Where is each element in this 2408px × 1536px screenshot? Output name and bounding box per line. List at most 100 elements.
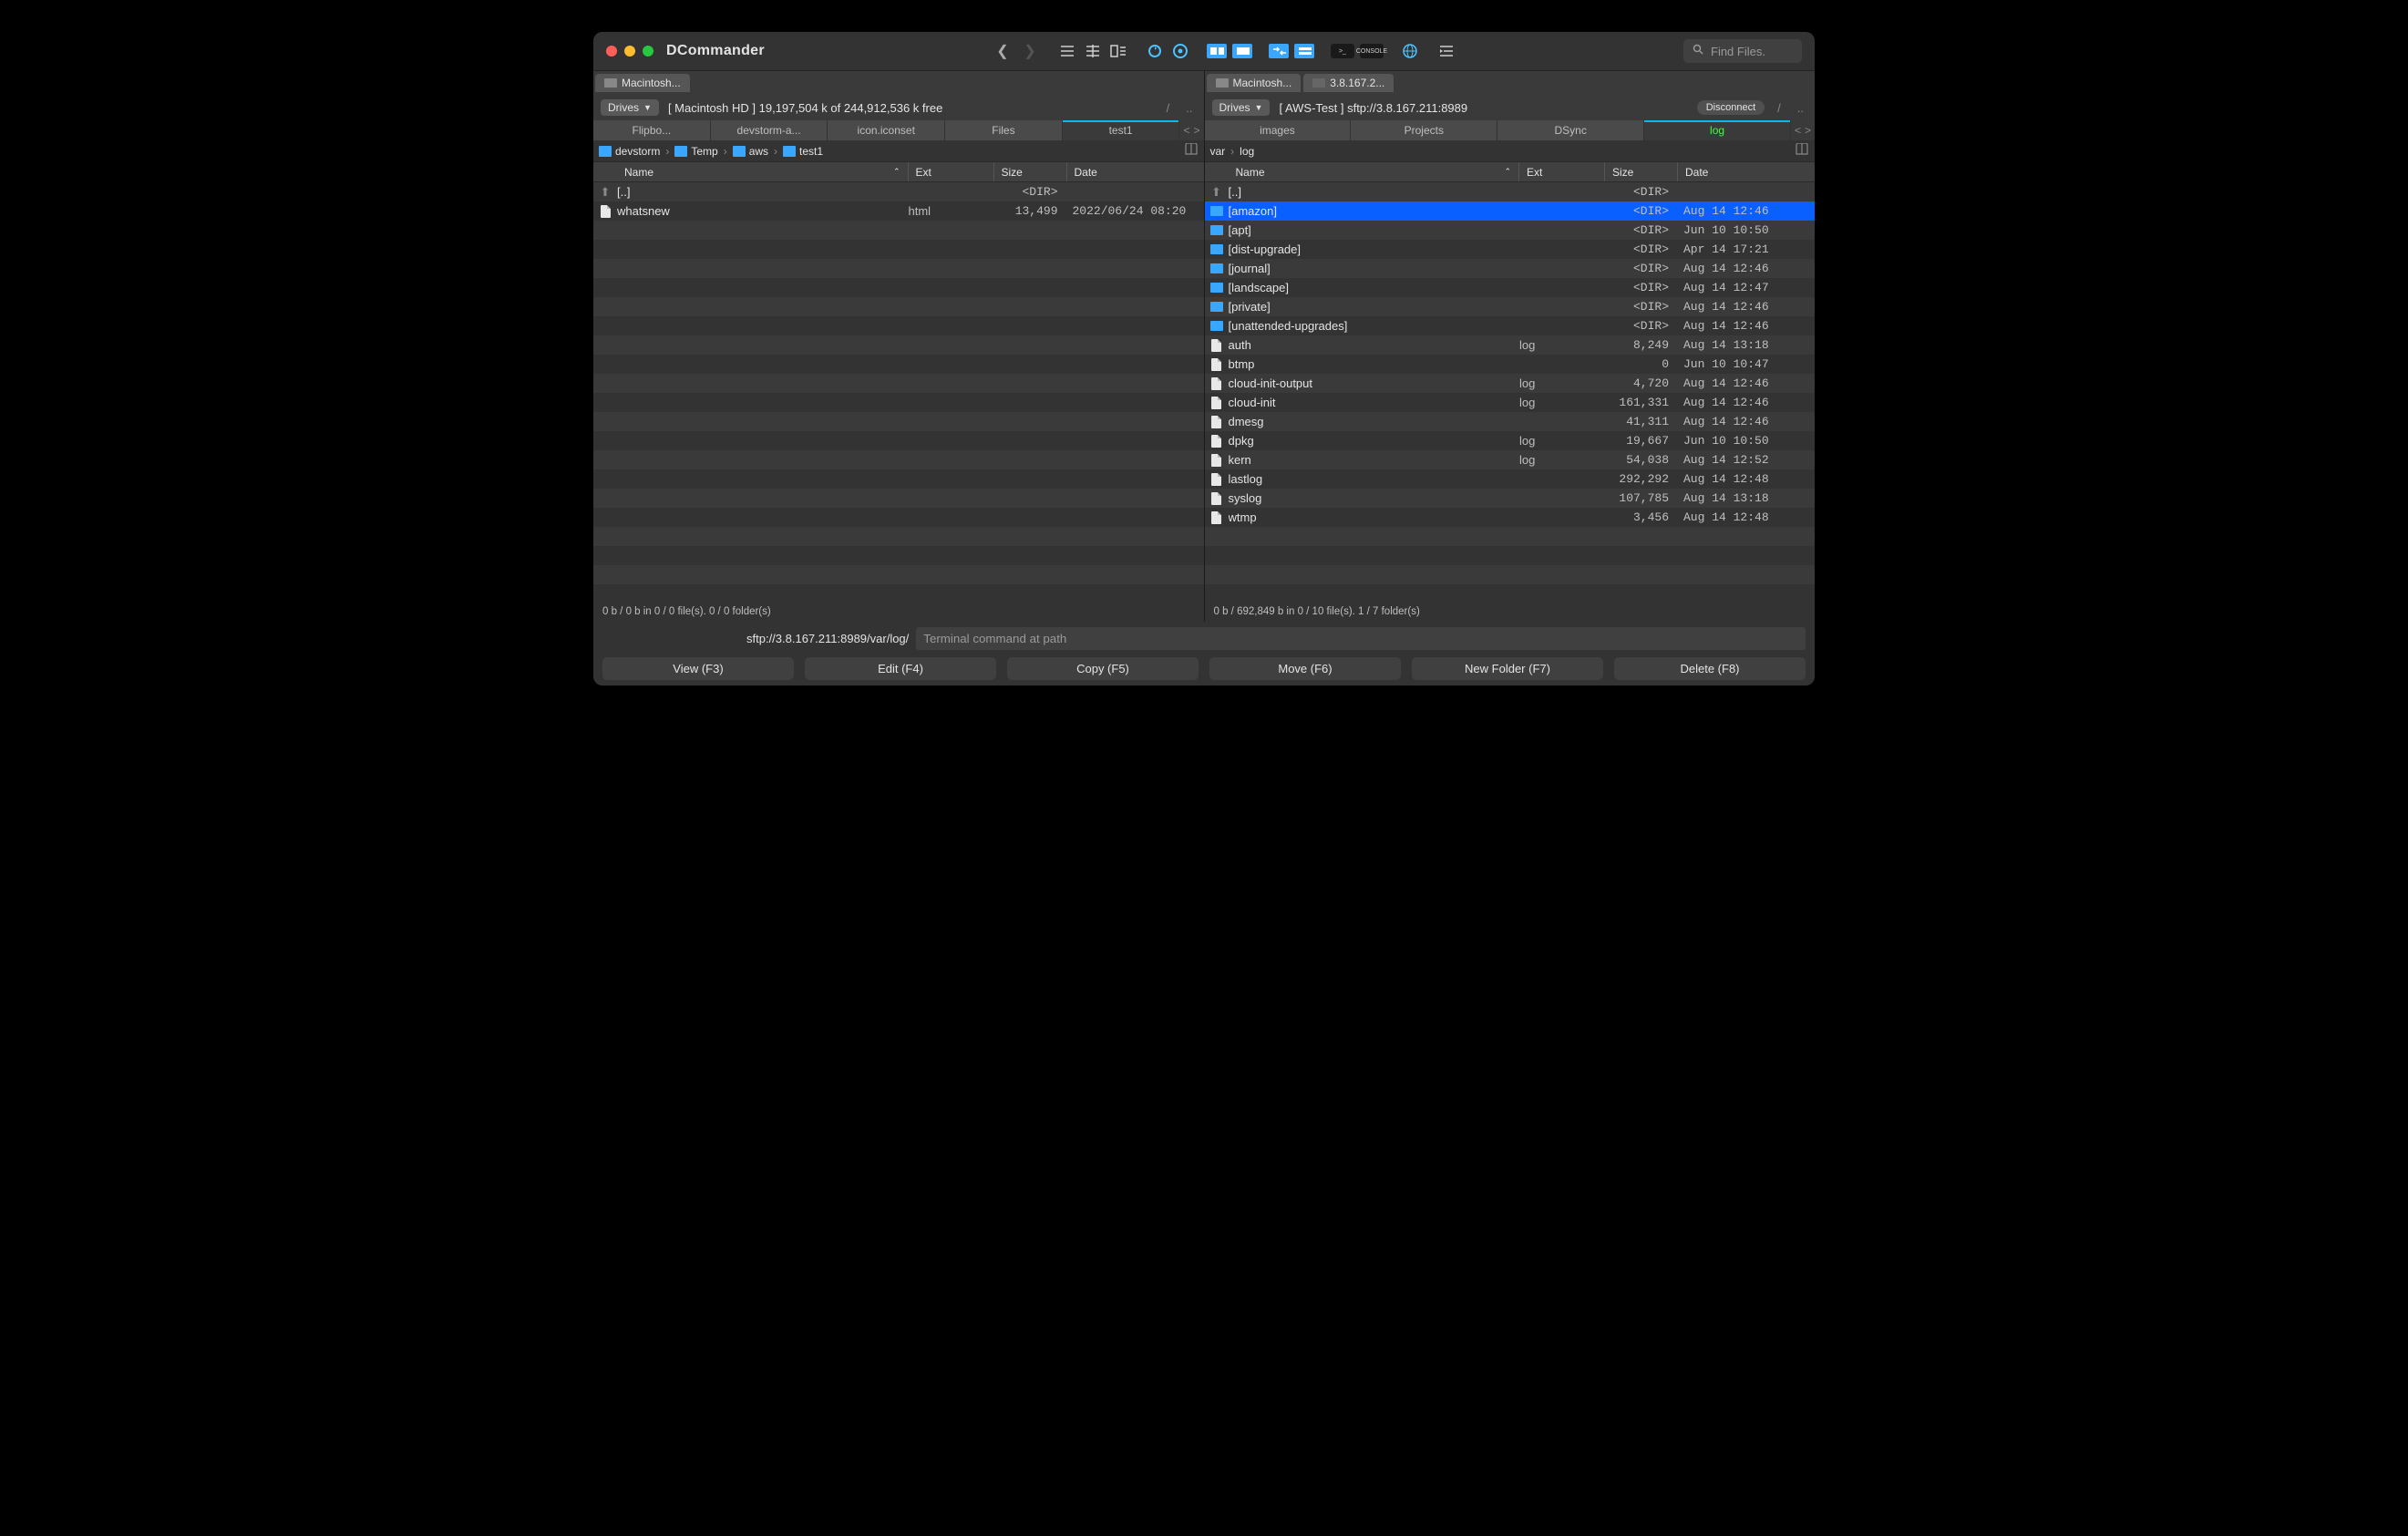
row-date: Aug 14 12:46 — [1678, 376, 1815, 390]
bookmark-icon[interactable] — [1184, 143, 1199, 159]
table-row[interactable]: authlog8,249Aug 14 13:18 — [1205, 335, 1816, 355]
folder-tab[interactable]: log — [1644, 120, 1791, 140]
minimize-icon[interactable] — [624, 46, 635, 57]
drives-button[interactable]: Drives▼ — [601, 99, 659, 116]
nav-back-button[interactable]: ❮ — [992, 40, 1014, 62]
panel-single-icon[interactable] — [1232, 44, 1252, 58]
terminal-path: sftp://3.8.167.211:8989/var/log/ — [746, 632, 909, 645]
function-button[interactable]: Move (F6) — [1209, 657, 1401, 680]
maximize-icon[interactable] — [643, 46, 653, 57]
terminal-input[interactable] — [916, 627, 1806, 650]
folder-tab[interactable]: icon.iconset — [828, 120, 945, 140]
drive-tab[interactable]: 3.8.167.2... — [1303, 74, 1394, 92]
empty-row — [593, 297, 1204, 316]
row-size: 41,311 — [1605, 415, 1678, 428]
function-button[interactable]: Copy (F5) — [1007, 657, 1199, 680]
tab-next-button[interactable]: > — [1805, 124, 1811, 137]
find-files-search[interactable] — [1683, 39, 1802, 63]
tab-next-button[interactable]: > — [1193, 124, 1199, 137]
drive-tab[interactable]: Macintosh... — [1207, 74, 1302, 92]
col-ext[interactable]: Ext — [1519, 162, 1605, 181]
table-row[interactable]: [landscape]<DIR>Aug 14 12:47 — [1205, 278, 1816, 297]
empty-row — [593, 546, 1204, 565]
table-row[interactable]: cloud-init-outputlog4,720Aug 14 12:46 — [1205, 374, 1816, 393]
parent-button[interactable]: .. — [1794, 101, 1807, 115]
breadcrumb-item[interactable]: devstorm — [599, 145, 660, 158]
folder-tab[interactable]: DSync — [1497, 120, 1644, 140]
col-size[interactable]: Size — [1605, 162, 1678, 181]
drives-button[interactable]: Drives▼ — [1212, 99, 1271, 116]
folder-tab[interactable]: Projects — [1351, 120, 1497, 140]
table-row[interactable]: whatsnewhtml13,4992022/06/24 08:20 — [593, 201, 1204, 221]
col-date[interactable]: Date — [1678, 162, 1815, 181]
view-detail-icon[interactable] — [1108, 41, 1128, 61]
parent-button[interactable]: .. — [1182, 101, 1196, 115]
folder-icon — [1210, 302, 1223, 312]
table-row[interactable]: kernlog54,038Aug 14 12:52 — [1205, 450, 1816, 469]
bookmark-icon[interactable] — [1795, 143, 1809, 159]
root-button[interactable]: / — [1163, 101, 1174, 115]
file-list[interactable]: ⬆[..]<DIR>whatsnewhtml13,4992022/06/24 0… — [593, 182, 1204, 602]
table-row[interactable]: [amazon]<DIR>Aug 14 12:46 — [1205, 201, 1816, 221]
folder-tab[interactable]: Files — [945, 120, 1063, 140]
function-button[interactable]: New Folder (F7) — [1412, 657, 1603, 680]
search-input[interactable] — [1709, 44, 1791, 59]
table-row[interactable]: dmesg41,311Aug 14 12:46 — [1205, 412, 1816, 431]
breadcrumb-item[interactable]: test1 — [783, 145, 823, 158]
breadcrumb-item[interactable]: var — [1210, 145, 1226, 158]
mirror-panel-icon[interactable] — [1294, 44, 1314, 58]
folder-tab[interactable]: test1 — [1063, 120, 1180, 140]
view-list-icon[interactable] — [1057, 41, 1077, 61]
root-button[interactable]: / — [1774, 101, 1785, 115]
indent-icon[interactable] — [1436, 41, 1456, 61]
table-row[interactable]: lastlog292,292Aug 14 12:48 — [1205, 469, 1816, 489]
table-row[interactable]: dpkglog19,667Jun 10 10:50 — [1205, 431, 1816, 450]
function-button[interactable]: Delete (F8) — [1614, 657, 1806, 680]
empty-row — [593, 584, 1204, 602]
panel-compare-icon[interactable] — [1207, 44, 1227, 58]
drive-tab-label: Macintosh... — [622, 77, 681, 89]
col-size[interactable]: Size — [994, 162, 1067, 181]
col-date[interactable]: Date — [1067, 162, 1204, 181]
table-row[interactable]: ⬆[..]<DIR> — [593, 182, 1204, 201]
col-name[interactable]: Name⌃ — [1229, 162, 1520, 181]
eye-icon[interactable] — [1170, 41, 1190, 61]
swap-panels-icon[interactable] — [1269, 44, 1289, 58]
close-icon[interactable] — [606, 46, 617, 57]
file-list[interactable]: ⬆[..]<DIR>[amazon]<DIR>Aug 14 12:46[apt]… — [1205, 182, 1816, 602]
drive-tab[interactable]: Macintosh... — [595, 74, 690, 92]
folder-tab[interactable]: images — [1205, 120, 1352, 140]
breadcrumb-item[interactable]: aws — [733, 145, 768, 158]
table-row[interactable]: [unattended-upgrades]<DIR>Aug 14 12:46 — [1205, 316, 1816, 335]
sync-icon[interactable] — [1145, 41, 1165, 61]
table-row[interactable]: btmp0Jun 10 10:47 — [1205, 355, 1816, 374]
view-columns-icon[interactable] — [1083, 41, 1103, 61]
breadcrumb-item[interactable]: Temp — [674, 145, 717, 158]
function-button[interactable]: Edit (F4) — [805, 657, 996, 680]
table-row[interactable]: syslog107,785Aug 14 13:18 — [1205, 489, 1816, 508]
network-globe-icon[interactable] — [1400, 41, 1420, 61]
disconnect-button[interactable]: Disconnect — [1697, 100, 1765, 115]
breadcrumb-item[interactable]: log — [1240, 145, 1254, 158]
nav-forward-button[interactable]: ❯ — [1019, 40, 1041, 62]
empty-row — [1205, 584, 1816, 602]
tab-prev-button[interactable]: < — [1183, 124, 1189, 137]
terminal-icon[interactable]: >_ — [1331, 44, 1354, 58]
table-row[interactable]: [private]<DIR>Aug 14 12:46 — [1205, 297, 1816, 316]
table-row[interactable]: cloud-initlog161,331Aug 14 12:46 — [1205, 393, 1816, 412]
table-row[interactable]: [apt]<DIR>Jun 10 10:50 — [1205, 221, 1816, 240]
table-row[interactable]: [journal]<DIR>Aug 14 12:46 — [1205, 259, 1816, 278]
col-name[interactable]: Name⌃ — [617, 162, 909, 181]
table-row[interactable]: wtmp3,456Aug 14 12:48 — [1205, 508, 1816, 527]
table-row[interactable]: ⬆[..]<DIR> — [1205, 182, 1816, 201]
folder-tab[interactable]: Flipbo... — [593, 120, 711, 140]
row-ext: log — [1519, 338, 1605, 352]
col-ext[interactable]: Ext — [909, 162, 994, 181]
console-icon[interactable]: CONSOLE — [1360, 44, 1384, 58]
table-row[interactable]: [dist-upgrade]<DIR>Apr 14 17:21 — [1205, 240, 1816, 259]
file-icon — [1211, 511, 1221, 524]
folder-tab[interactable]: devstorm-a... — [711, 120, 828, 140]
left-pane: Macintosh...Drives▼[ Macintosh HD ] 19,1… — [593, 71, 1205, 622]
function-button[interactable]: View (F3) — [602, 657, 794, 680]
tab-prev-button[interactable]: < — [1795, 124, 1801, 137]
